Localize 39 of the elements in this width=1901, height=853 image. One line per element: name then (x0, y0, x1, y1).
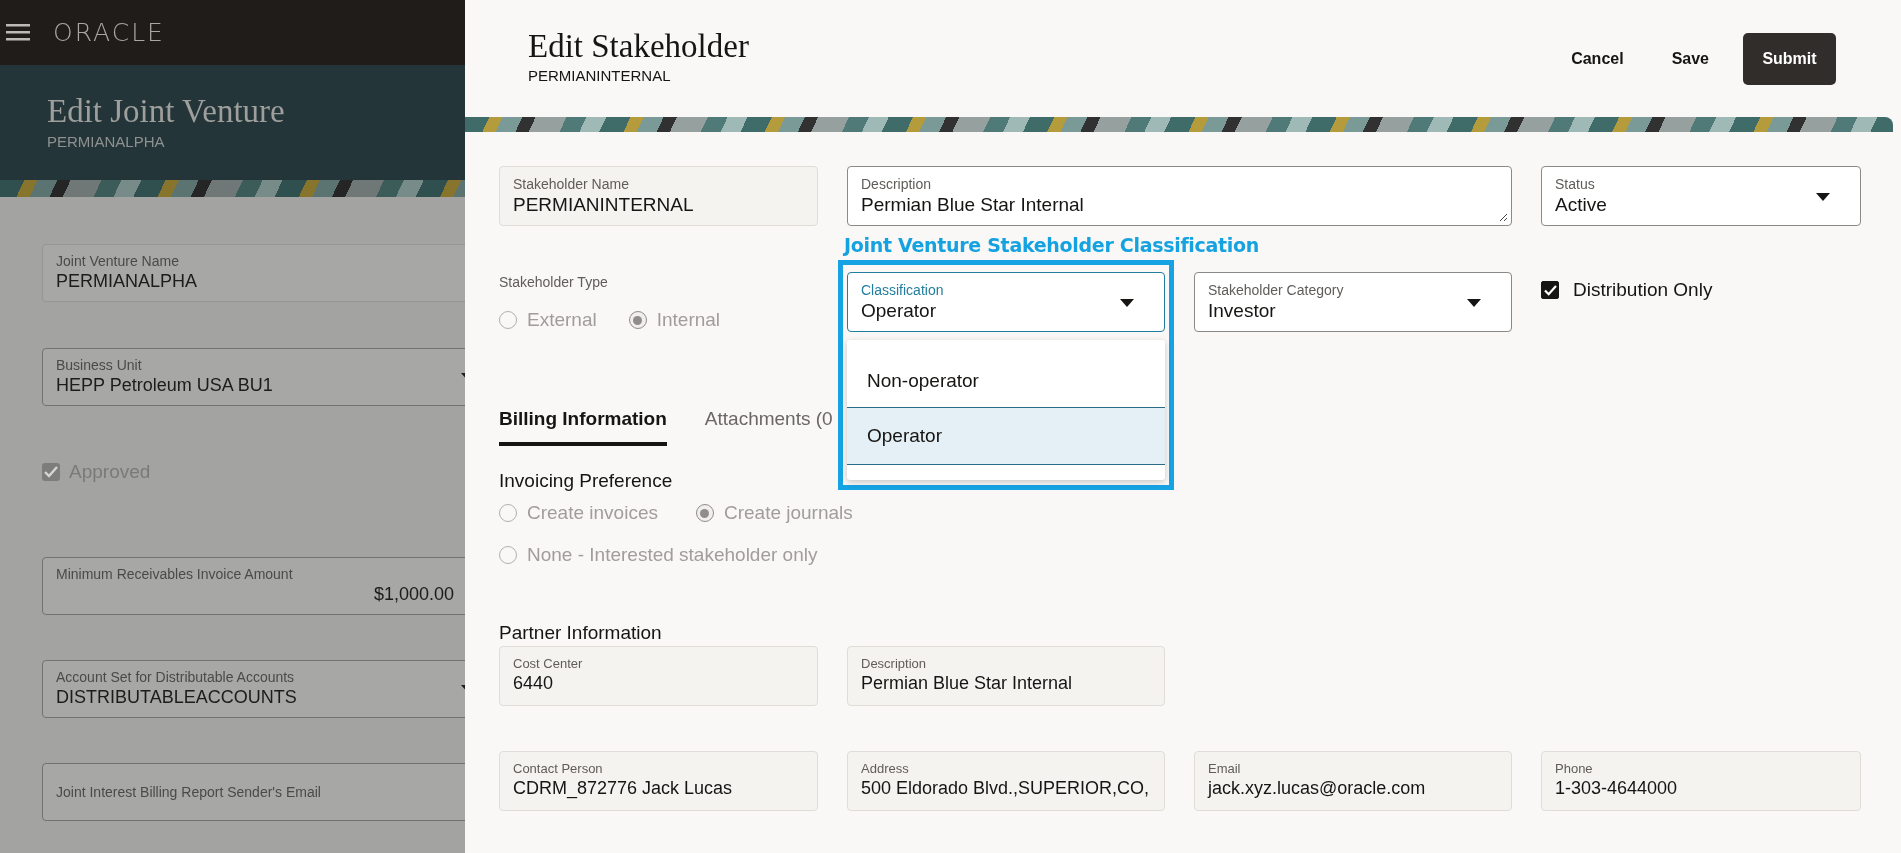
caret-icon (1816, 193, 1830, 201)
text-field[interactable]: Description Permian Blue Star Internal (847, 646, 1165, 706)
checkbox-label: Distribution Only (1573, 279, 1713, 301)
caret-icon (1467, 299, 1481, 307)
select-field[interactable]: Status Active (1541, 166, 1861, 226)
tab[interactable]: Billing Information (499, 408, 667, 446)
annotation-text: Joint Venture Stakeholder Classification (844, 234, 1260, 256)
text-field[interactable]: Stakeholder Name PERMIANINTERNAL (499, 166, 818, 226)
page-subtitle: PERMIANALPHA (47, 133, 166, 150)
text-field[interactable]: Cost Center 6440 (499, 646, 818, 706)
section-title: Partner Information (499, 622, 663, 644)
text-field[interactable]: Address 500 Eldorado Blvd.,SUPERIOR,CO, (847, 751, 1165, 811)
tab[interactable]: Attachments (0 (704, 408, 833, 446)
textarea-field[interactable]: Description Permian Blue Star Internal (847, 166, 1512, 226)
drawer-title: Edit Stakeholder (528, 28, 749, 65)
text-field[interactable]: Contact Person CDRM_872776 Jack Lucas (499, 751, 818, 811)
group-label: Stakeholder Type (499, 274, 609, 290)
page-title: Edit Joint Venture (47, 93, 286, 130)
menu-icon[interactable] (6, 24, 30, 41)
select-field[interactable]: Stakeholder Category Investor (1194, 272, 1512, 332)
submit-button[interactable]: Submit (1743, 33, 1836, 85)
dropdown-option[interactable]: Operator (847, 408, 1165, 465)
text-field[interactable]: Email jack.xyz.lucas@oracle.com (1194, 751, 1512, 811)
form-field[interactable]: Minimum Receivables Invoice Amount $1,000.00 (42, 557, 465, 615)
form-field[interactable]: Business Unit HEPP Petroleum USA BU1 (42, 348, 465, 406)
checkbox[interactable] (1541, 281, 1559, 299)
toolbar-button[interactable]: Save (1657, 33, 1723, 85)
toolbar-button[interactable]: Cancel (1557, 33, 1638, 85)
form-field[interactable]: Joint Venture Name PERMIANALPHA (42, 244, 465, 302)
text-field[interactable]: Phone 1-303-4644000 (1541, 751, 1861, 811)
resize-handle-icon[interactable] (1499, 213, 1508, 222)
checkbox[interactable] (42, 463, 60, 481)
group-label: Invoicing Preference (499, 470, 674, 492)
combobox-field[interactable]: Classification Operator (847, 272, 1165, 332)
drawer-subtitle: PERMIANINTERNAL (528, 67, 672, 84)
logo-text: ORACLE (53, 18, 165, 47)
form-field[interactable]: Joint Interest Billing Report Sender's Email (42, 763, 465, 821)
caret-icon (1120, 299, 1134, 307)
form-field[interactable]: Account Set for Distributable Accounts DISTRIBUTABLEACCOUNTS (42, 660, 465, 718)
